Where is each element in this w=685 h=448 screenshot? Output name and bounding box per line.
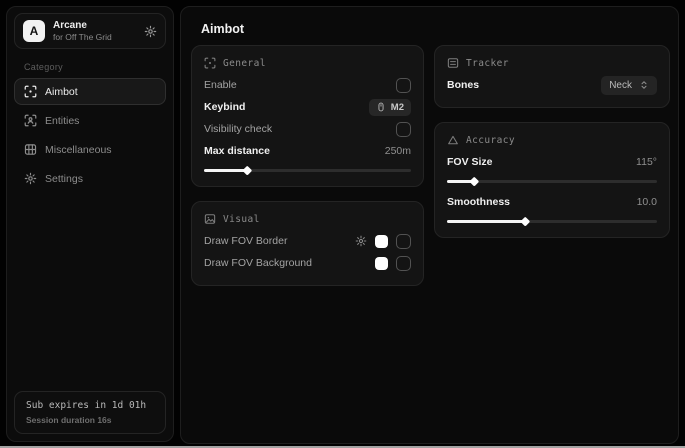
slider-thumb[interactable] [470,177,479,186]
mouse-icon [376,102,386,112]
sidebar: A Arcane for Off The Grid Category Aimbo… [6,6,174,442]
accuracy-card-header: Accuracy [447,134,657,146]
keybind-value: M2 [391,102,404,113]
sidebar-item-aimbot[interactable]: Aimbot [14,78,166,105]
sidebar-item-entities[interactable]: Entities [14,107,166,134]
bones-row: Bones Neck [447,74,657,96]
bones-selected-value: Neck [609,80,632,91]
triangle-icon [447,134,459,146]
sidebar-item-label: Settings [45,173,83,185]
visibility-check-row: Visibility check [204,118,411,140]
visual-card-header: Visual [204,213,411,225]
sidebar-nav: Aimbot Entities Miscellaneous Settings [7,78,173,192]
sidebar-item-label: Entities [45,115,79,127]
enable-checkbox[interactable] [396,78,411,93]
draw-fov-background-checkbox[interactable] [396,256,411,271]
main-panel: Aimbot General Enable Keybind [180,6,679,444]
card-header-label: Accuracy [466,135,515,146]
keybind-label: Keybind [204,101,245,113]
subscription-card: Sub expires in 1d 01h Session duration 1… [14,391,166,434]
brand-subtitle: for Off The Grid [53,32,112,42]
keybind-button[interactable]: M2 [369,99,411,116]
max-distance-label: Max distance [204,145,270,157]
visual-card: Visual Draw FOV Border Draw FOV Backgrou… [191,201,424,286]
visibility-check-checkbox[interactable] [396,122,411,137]
tracker-icon [447,57,459,69]
sidebar-item-label: Miscellaneous [45,144,112,156]
chevron-up-down-icon [639,80,649,90]
fov-size-slider[interactable] [447,176,657,186]
tracker-card: Tracker Bones Neck [434,45,670,108]
bones-label: Bones [447,79,479,91]
smoothness-slider[interactable] [447,216,657,226]
smoothness-value: 10.0 [637,196,657,208]
slider-thumb[interactable] [243,166,252,175]
brand-text: Arcane for Off The Grid [53,20,112,42]
enable-row: Enable [204,74,411,96]
slider-fill [447,220,525,223]
grid-icon [24,143,37,156]
fov-size-row: FOV Size 115° [447,151,657,173]
keybind-row: Keybind M2 [204,96,411,118]
max-distance-row: Max distance 250m [204,140,411,162]
draw-fov-border-checkbox[interactable] [396,234,411,249]
card-header-label: Visual [223,214,260,225]
fov-border-color-swatch[interactable] [375,235,388,248]
draw-fov-background-row: Draw FOV Background [204,252,411,274]
draw-fov-background-label: Draw FOV Background [204,257,312,269]
max-distance-value: 250m [385,145,411,157]
fov-size-label: FOV Size [447,156,493,168]
gear-icon[interactable] [355,235,367,247]
crosshair-icon [24,85,37,98]
enable-label: Enable [204,79,237,91]
page-title: Aimbot [181,7,678,36]
brand-card: A Arcane for Off The Grid [14,13,166,49]
sidebar-item-settings[interactable]: Settings [14,165,166,192]
fov-size-value: 115° [636,156,657,168]
sub-expiry-text: Sub expires in 1d 01h [26,400,154,411]
right-column: Tracker Bones Neck [434,45,670,238]
slider-fill [204,169,247,172]
image-icon [204,213,216,225]
max-distance-slider[interactable] [204,165,411,175]
fov-background-color-swatch[interactable] [375,257,388,270]
category-label: Category [24,62,173,72]
sidebar-item-miscellaneous[interactable]: Miscellaneous [14,136,166,163]
general-card: General Enable Keybind M2 V [191,45,424,187]
visibility-check-label: Visibility check [204,123,272,135]
person-scan-icon [24,114,37,127]
general-card-header: General [204,57,411,69]
brand-title: Arcane [53,20,112,32]
draw-fov-border-label: Draw FOV Border [204,235,287,247]
left-column: General Enable Keybind M2 V [191,45,424,286]
sidebar-item-label: Aimbot [45,86,78,98]
smoothness-row: Smoothness 10.0 [447,191,657,213]
gear-icon [24,172,37,185]
card-header-label: Tracker [466,58,509,69]
app-window: A Arcane for Off The Grid Category Aimbo… [0,0,685,448]
slider-thumb[interactable] [520,217,529,226]
smoothness-label: Smoothness [447,196,510,208]
accuracy-card: Accuracy FOV Size 115° Smoothness 10.0 [434,122,670,238]
bones-dropdown[interactable]: Neck [601,76,657,95]
crosshair-icon [204,57,216,69]
settings-gear-icon[interactable] [144,25,157,38]
card-header-label: General [223,58,266,69]
tracker-card-header: Tracker [447,57,657,69]
session-duration-text: Session duration 16s [26,415,154,425]
draw-fov-border-row: Draw FOV Border [204,230,411,252]
brand-logo: A [23,20,45,42]
